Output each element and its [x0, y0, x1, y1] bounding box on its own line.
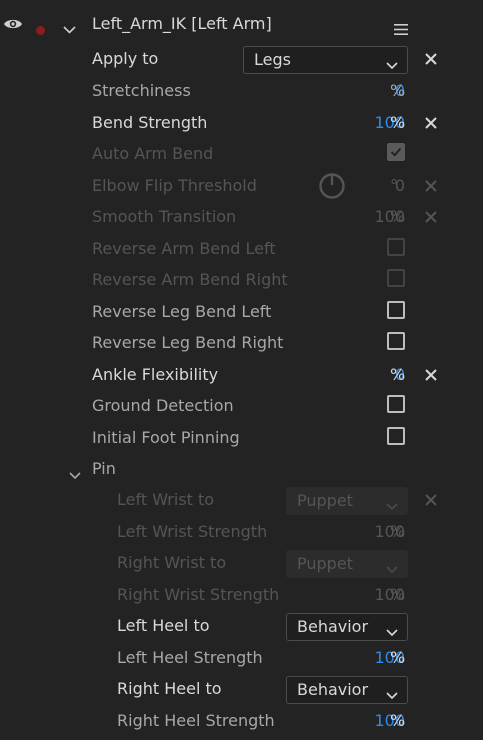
left-wrist-strength-label: Left Wrist Strength — [117, 522, 268, 541]
chevron-down-icon — [386, 559, 398, 578]
ground-detection-row: Ground Detection — [0, 391, 483, 422]
reset-elbow-flip-button[interactable] — [421, 176, 441, 196]
left-wrist-strength-unit: % — [390, 522, 406, 541]
right-wrist-to-label: Right Wrist to — [117, 553, 227, 572]
initial-foot-pinning-label: Initial Foot Pinning — [92, 428, 240, 447]
reset-ankle-flexibility-button[interactable] — [421, 365, 441, 385]
right-heel-to-label: Right Heel to — [117, 679, 222, 698]
bend-strength-label: Bend Strength — [92, 113, 208, 132]
right-wrist-strength-row: Right Wrist Strength 100 % — [0, 580, 483, 611]
reverse-arm-bend-left-checkbox[interactable] — [387, 238, 405, 256]
right-heel-strength-row: Right Heel Strength 100 % — [0, 706, 483, 737]
smooth-transition-row: Smooth Transition 100 % — [0, 202, 483, 233]
behavior-title: Left_Arm_IK [Left Arm] — [92, 14, 272, 33]
auto-arm-bend-row: Auto Arm Bend — [0, 139, 483, 170]
record-dot-icon[interactable] — [36, 20, 45, 39]
right-wrist-strength-unit: % — [390, 585, 406, 604]
reverse-leg-bend-left-checkbox[interactable] — [387, 301, 405, 319]
left-heel-to-dropdown[interactable]: Behavior — [286, 613, 408, 641]
right-wrist-to-value: Puppet — [297, 554, 353, 573]
remove-apply-to-button[interactable] — [421, 49, 441, 69]
initial-foot-pinning-row: Initial Foot Pinning — [0, 423, 483, 454]
reverse-leg-bend-right-row: Reverse Leg Bend Right — [0, 328, 483, 359]
ground-detection-checkbox[interactable] — [387, 395, 405, 413]
left-heel-to-label: Left Heel to — [117, 616, 210, 635]
reverse-leg-bend-left-label: Reverse Leg Bend Left — [92, 302, 272, 321]
visibility-eye-icon[interactable] — [3, 16, 23, 35]
stretchiness-row: Stretchiness 0 % — [0, 76, 483, 107]
reset-smooth-transition-button[interactable] — [421, 207, 441, 227]
reset-bend-strength-button[interactable] — [421, 113, 441, 133]
angle-dial-icon[interactable] — [318, 172, 346, 204]
reverse-arm-bend-left-label: Reverse Arm Bend Left — [92, 239, 276, 258]
pin-chevron-down-icon[interactable] — [69, 465, 81, 484]
bend-strength-unit: % — [390, 113, 406, 132]
apply-to-dropdown[interactable]: Legs — [243, 46, 408, 74]
chevron-down-icon — [386, 622, 398, 641]
right-heel-to-row: Right Heel to Behavior — [0, 674, 483, 705]
left-heel-strength-label: Left Heel Strength — [117, 648, 263, 667]
right-heel-strength-unit: % — [390, 711, 406, 730]
ankle-flexibility-row: Ankle Flexibility 0 % — [0, 360, 483, 391]
auto-arm-bend-label: Auto Arm Bend — [92, 144, 214, 163]
right-wrist-to-row: Right Wrist to Puppet — [0, 548, 483, 579]
initial-foot-pinning-checkbox[interactable] — [387, 427, 405, 445]
right-wrist-strength-label: Right Wrist Strength — [117, 585, 280, 604]
apply-to-row: Apply to Legs — [0, 44, 483, 75]
reverse-arm-bend-right-label: Reverse Arm Bend Right — [92, 270, 288, 289]
elbow-flip-threshold-unit: ° — [390, 176, 398, 195]
reverse-arm-bend-right-row: Reverse Arm Bend Right — [0, 265, 483, 296]
apply-to-value: Legs — [254, 50, 291, 69]
reverse-leg-bend-right-label: Reverse Leg Bend Right — [92, 333, 284, 352]
left-wrist-to-label: Left Wrist to — [117, 490, 215, 509]
left-heel-strength-row: Left Heel Strength 100 % — [0, 643, 483, 674]
chevron-down-icon — [386, 55, 398, 74]
left-heel-to-value: Behavior — [297, 617, 369, 636]
reverse-leg-bend-left-row: Reverse Leg Bend Left — [0, 297, 483, 328]
right-heel-to-dropdown[interactable]: Behavior — [286, 676, 408, 704]
left-wrist-to-dropdown[interactable]: Puppet — [286, 487, 408, 515]
remove-left-wrist-button[interactable] — [421, 490, 441, 510]
smooth-transition-label: Smooth Transition — [92, 207, 237, 226]
right-heel-to-value: Behavior — [297, 680, 369, 699]
chevron-down-icon — [386, 685, 398, 704]
left-heel-strength-unit: % — [390, 648, 406, 667]
checkmark-icon — [390, 147, 402, 157]
behavior-header: Left_Arm_IK [Left Arm] — [0, 9, 483, 40]
reverse-arm-bend-left-row: Reverse Arm Bend Left — [0, 234, 483, 265]
elbow-flip-threshold-row: Elbow Flip Threshold 0 ° — [0, 171, 483, 202]
ankle-flexibility-unit: % — [390, 365, 406, 384]
ground-detection-label: Ground Detection — [92, 396, 234, 415]
left-wrist-to-value: Puppet — [297, 491, 353, 510]
smooth-transition-unit: % — [390, 207, 406, 226]
elbow-flip-threshold-label: Elbow Flip Threshold — [92, 176, 257, 195]
left-wrist-strength-row: Left Wrist Strength 100 % — [0, 517, 483, 548]
left-heel-to-row: Left Heel to Behavior — [0, 611, 483, 642]
reverse-arm-bend-right-checkbox[interactable] — [387, 269, 405, 287]
pin-group-label: Pin — [92, 459, 116, 478]
reverse-leg-bend-right-checkbox[interactable] — [387, 332, 405, 350]
bend-strength-row: Bend Strength 100 % — [0, 108, 483, 139]
collapse-chevron-icon[interactable] — [63, 19, 76, 38]
hamburger-menu-icon[interactable] — [394, 20, 408, 39]
stretchiness-unit: % — [390, 81, 406, 100]
stretchiness-label: Stretchiness — [92, 81, 191, 100]
left-wrist-to-row: Left Wrist to Puppet — [0, 485, 483, 516]
chevron-down-icon — [386, 496, 398, 515]
right-wrist-to-dropdown[interactable]: Puppet — [286, 550, 408, 578]
right-heel-strength-label: Right Heel Strength — [117, 711, 275, 730]
apply-to-label: Apply to — [92, 49, 159, 68]
pin-group-header[interactable]: Pin — [0, 454, 483, 485]
ankle-flexibility-label: Ankle Flexibility — [92, 365, 219, 384]
auto-arm-bend-checkbox[interactable] — [387, 143, 405, 161]
